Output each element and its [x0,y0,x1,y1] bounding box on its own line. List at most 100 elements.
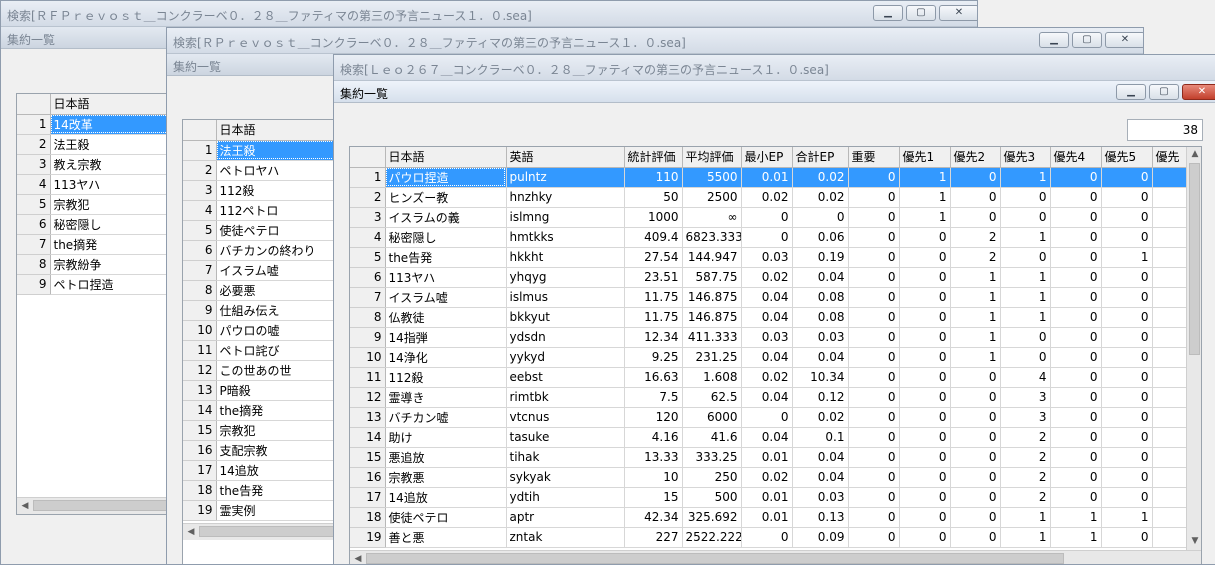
cell-japanese[interactable]: 112ペトロ [216,200,341,221]
row-number[interactable]: 18 [183,480,217,501]
scroll-left-icon[interactable]: ◀ [18,499,32,513]
cell-importance[interactable]: 0 [848,487,900,508]
row-number[interactable]: 17 [183,460,217,481]
row-number[interactable]: 11 [183,340,217,361]
table-row[interactable]: 12 霊導き rimtbk 7.5 62.5 0.04 0.12 0 0 0 3 0 0 [350,387,1201,408]
cell-japanese[interactable]: 仕組み伝え [216,300,341,321]
cell-priority-1[interactable]: 0 [899,227,951,248]
cell-importance[interactable]: 0 [848,327,900,348]
cell-english[interactable]: aptr [506,507,625,528]
row-number[interactable]: 3 [350,207,386,228]
column-header-japanese[interactable]: 日本語 [385,147,507,168]
cell-priority-1[interactable]: 0 [899,247,951,268]
cell-japanese[interactable]: P暗殺 [216,380,341,401]
table-row[interactable]: 9 14指弾 ydsdn 12.34 411.333 0.03 0.03 0 0 1 0 0 0 [350,327,1201,348]
cell-stat-eval[interactable]: 42.34 [624,507,683,528]
cell-min-ep[interactable]: 0 [741,207,793,228]
cell-stat-eval[interactable]: 12.34 [624,327,683,348]
column-header-japanese[interactable]: 日本語 [50,94,175,115]
cell-stat-eval[interactable]: 16.63 [624,367,683,388]
cell-importance[interactable]: 0 [848,187,900,208]
row-number[interactable]: 4 [17,174,51,195]
table-row[interactable]: 8 仏教徒 bkkyut 11.75 146.875 0.04 0.08 0 0 1 1 0 0 [350,307,1201,328]
cell-stat-eval[interactable]: 4.16 [624,427,683,448]
cell-priority-4[interactable]: 0 [1050,487,1102,508]
cell-priority-4[interactable]: 0 [1050,367,1102,388]
cell-min-ep[interactable]: 0.02 [741,367,793,388]
window-2-horizontal-scrollbar[interactable]: ◀ [183,523,341,540]
close-button[interactable]: ✕ [1182,84,1215,100]
cell-importance[interactable]: 0 [848,207,900,228]
cell-priority-1[interactable]: 0 [899,267,951,288]
cell-importance[interactable]: 0 [848,347,900,368]
row-number[interactable]: 2 [17,134,51,155]
cell-japanese[interactable]: 助け [385,427,507,448]
cell-english[interactable]: zntak [506,527,625,548]
cell-japanese[interactable]: 113ヤハ [50,174,175,195]
cell-importance[interactable]: 0 [848,167,900,188]
cell-japanese[interactable]: the摘発 [216,400,341,421]
cell-priority-5[interactable]: 1 [1101,507,1153,528]
cell-total-ep[interactable]: 0.12 [792,387,849,408]
cell-avg-eval[interactable]: 333.25 [682,447,742,468]
table-row[interactable]: 7 イスラム嘘 islmus 11.75 146.875 0.04 0.08 0 0 1 1 0 0 [350,287,1201,308]
column-header-total-ep[interactable]: 合計EP [792,147,849,168]
cell-english[interactable]: islmng [506,207,625,228]
cell-priority-5[interactable]: 0 [1101,427,1153,448]
window-3-vertical-scrollbar[interactable]: ▲ ▼ [1186,147,1201,550]
cell-priority-2[interactable]: 2 [950,227,1001,248]
cell-english[interactable]: hmtkks [506,227,625,248]
cell-priority-1[interactable]: 1 [899,187,951,208]
cell-priority-4[interactable]: 0 [1050,207,1102,228]
cell-priority-4[interactable]: 0 [1050,227,1102,248]
cell-priority-5[interactable]: 0 [1101,167,1153,188]
cell-avg-eval[interactable]: 144.947 [682,247,742,268]
table-row[interactable]: 2 ペトロヤハ [183,160,341,181]
window-1-horizontal-scrollbar[interactable]: ◀ [17,497,175,514]
cell-priority-1[interactable]: 0 [899,347,951,368]
cell-priority-4[interactable]: 0 [1050,307,1102,328]
cell-japanese[interactable]: 霊実例 [216,500,341,521]
cell-english[interactable]: rimtbk [506,387,625,408]
table-row[interactable]: 11 ペトロ詫び [183,340,341,361]
cell-importance[interactable]: 0 [848,507,900,528]
cell-priority-1[interactable]: 0 [899,367,951,388]
row-number[interactable]: 4 [350,227,386,248]
cell-importance[interactable]: 0 [848,407,900,428]
cell-japanese[interactable]: パウロの嘘 [216,320,341,341]
cell-avg-eval[interactable]: 231.25 [682,347,742,368]
cell-priority-1[interactable]: 0 [899,287,951,308]
row-number[interactable]: 10 [183,320,217,341]
table-row[interactable]: 3 112殺 [183,180,341,201]
cell-total-ep[interactable]: 10.34 [792,367,849,388]
cell-total-ep[interactable]: 0.06 [792,227,849,248]
cell-priority-5[interactable]: 0 [1101,387,1153,408]
row-number[interactable]: 19 [183,500,217,521]
table-row[interactable]: 12 この世あの世 [183,360,341,381]
cell-avg-eval[interactable]: 2522.222 [682,527,742,548]
row-number[interactable]: 5 [350,247,386,268]
cell-avg-eval[interactable]: 41.6 [682,427,742,448]
cell-japanese[interactable]: 宗教紛争 [50,254,175,275]
cell-priority-2[interactable]: 0 [950,487,1001,508]
scroll-thumb[interactable] [33,500,173,511]
cell-priority-3[interactable]: 1 [1000,507,1051,528]
cell-japanese[interactable]: イスラム嘘 [385,287,507,308]
row-number[interactable]: 5 [17,194,51,215]
table-row[interactable]: 6 113ヤハ yhqyg 23.51 587.75 0.02 0.04 0 0 1 1 0 0 [350,267,1201,288]
table-row[interactable]: 17 14追放 ydtih 15 500 0.01 0.03 0 0 0 2 0 0 [350,487,1201,508]
cell-priority-4[interactable]: 0 [1050,267,1102,288]
window-3-grid[interactable]: 日本語 英語 統計評価 平均評価 最小EP 合計EP 重要 優先1 優先2 優先3 優先4 優先5 優先… [349,146,1202,564]
cell-priority-5[interactable]: 0 [1101,267,1153,288]
cell-min-ep[interactable]: 0.01 [741,487,793,508]
cell-priority-1[interactable]: 0 [899,527,951,548]
cell-importance[interactable]: 0 [848,447,900,468]
cell-japanese[interactable]: 14指弾 [385,327,507,348]
cell-japanese[interactable]: 宗教犯 [50,194,175,215]
cell-avg-eval[interactable]: 5500 [682,167,742,188]
window-1-titlebar[interactable]: 検索[ＲＦＰｒｅｖｏｓｔ＿コンクラーベ０．２８＿ファティマの第三の予言ニュース１… [1,1,977,27]
cell-priority-3[interactable]: 4 [1000,367,1051,388]
cell-japanese[interactable]: 14追放 [216,460,341,481]
cell-min-ep[interactable]: 0.04 [741,347,793,368]
cell-avg-eval[interactable]: 250 [682,467,742,488]
